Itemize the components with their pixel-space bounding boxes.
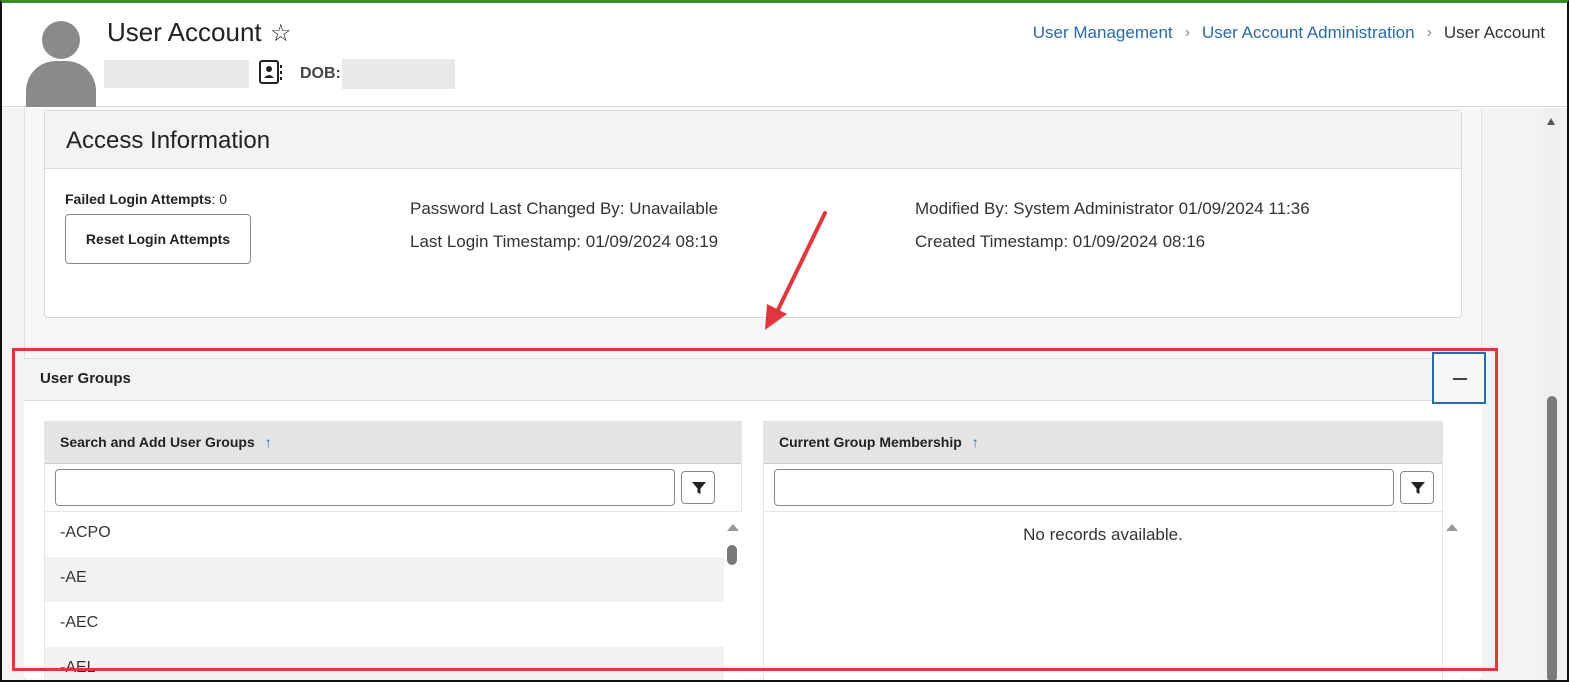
breadcrumb-user-management[interactable]: User Management <box>1033 23 1173 43</box>
arrow-up-icon[interactable]: ↑ <box>265 434 272 450</box>
breadcrumb-current: User Account <box>1443 23 1545 42</box>
annotation-arrow-icon <box>765 211 827 330</box>
list-item[interactable]: -AE <box>45 557 741 602</box>
minus-icon <box>1453 378 1467 380</box>
access-information-card: Access Information Failed Login Attempts… <box>44 110 1462 318</box>
avatar <box>24 19 98 107</box>
search-list-scrollbar[interactable] <box>724 512 742 680</box>
chevron-right-icon: › <box>1426 24 1432 41</box>
favorite-star-icon[interactable]: ☆ <box>270 19 292 48</box>
scroll-up-arrow-icon[interactable] <box>1547 118 1555 125</box>
filter-button[interactable] <box>1400 471 1434 504</box>
breadcrumb-user-account-administration[interactable]: User Account Administration <box>1202 23 1415 43</box>
reset-login-attempts-button[interactable]: Reset Login Attempts <box>65 214 251 264</box>
membership-filter-input[interactable] <box>774 469 1394 506</box>
search-filter-row <box>45 464 741 512</box>
avatar-head <box>42 21 80 59</box>
search-add-user-groups-header[interactable]: Search and Add User Groups ↑ <box>45 421 741 464</box>
redacted-name <box>104 60 249 88</box>
chevron-right-icon: › <box>1184 24 1190 41</box>
list-item[interactable]: -AEL <box>45 647 741 680</box>
membership-list-scrollbar[interactable] <box>1443 512 1461 680</box>
page-header: User Account ☆ DOB: User Management › Us… <box>2 3 1567 107</box>
scroll-thumb[interactable] <box>727 545 737 565</box>
filter-button[interactable] <box>681 471 715 504</box>
failed-login-value: : 0 <box>211 191 228 207</box>
search-user-groups-input[interactable] <box>55 469 675 506</box>
membership-filter-row <box>764 464 1442 512</box>
failed-login-label: Failed Login Attempts <box>65 191 212 207</box>
avatar-body <box>26 61 96 107</box>
filter-icon <box>692 482 706 494</box>
current-group-membership-panel: Current Group Membership ↑ No records ava… <box>763 421 1443 680</box>
scroll-up-arrow-icon[interactable] <box>727 524 739 531</box>
search-add-user-groups-panel: Search and Add User Groups ↑ -ACPO -AE -A… <box>44 421 742 680</box>
breadcrumb: User Management › User Account Administr… <box>1033 23 1545 43</box>
user-groups-header: User Groups <box>24 352 1486 404</box>
filter-icon <box>1411 482 1425 494</box>
redacted-dob <box>342 59 455 89</box>
page-title: User Account <box>107 17 262 47</box>
list-item[interactable]: -ACPO <box>45 512 741 557</box>
search-add-user-groups-label: Search and Add User Groups <box>60 434 255 450</box>
scroll-up-arrow-icon[interactable] <box>1446 524 1458 531</box>
created-timestamp: Created Timestamp: 01/09/2024 08:16 <box>915 232 1206 251</box>
arrow-up-icon[interactable]: ↑ <box>972 434 979 450</box>
current-group-membership-header[interactable]: Current Group Membership ↑ <box>764 421 1442 464</box>
dob-label: DOB: <box>300 65 341 82</box>
user-groups-title: User Groups <box>40 370 131 387</box>
password-last-changed: Password Last Changed By: Unavailable <box>410 199 719 218</box>
access-information-title: Access Information <box>45 111 1461 169</box>
main-scrollbar[interactable] <box>1543 108 1561 680</box>
last-login-timestamp: Last Login Timestamp: 01/09/2024 08:19 <box>410 232 719 251</box>
current-group-membership-label: Current Group Membership <box>779 434 962 450</box>
contact-card-icon[interactable] <box>258 59 284 85</box>
scroll-thumb[interactable] <box>1547 396 1557 680</box>
user-groups-section: User Groups Search and Add User Groups ↑ … <box>24 352 1486 680</box>
collapse-button[interactable] <box>1432 352 1486 404</box>
window-frame: User Account ☆ DOB: User Management › Us… <box>0 0 1569 682</box>
modified-by: Modified By: System Administrator 01/09/… <box>915 199 1310 218</box>
failed-login-attempts: Failed Login Attempts: 0 <box>65 191 227 207</box>
list-item[interactable]: -AEC <box>45 602 741 647</box>
no-records-message: No records available. <box>1023 525 1183 544</box>
